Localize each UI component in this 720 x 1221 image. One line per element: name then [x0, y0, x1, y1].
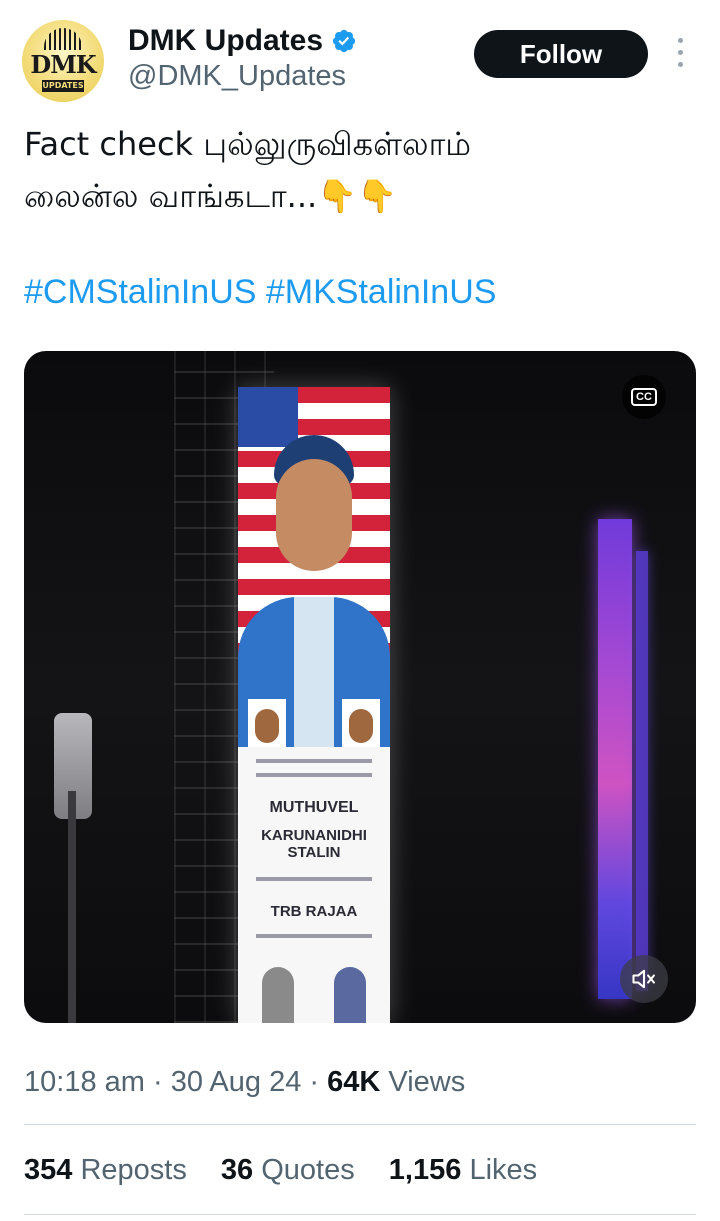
tweet-text-line: லைன்ல வாங்கடா...👇👇	[24, 177, 397, 215]
tweet-header: DMK UPDATES DMK Updates @DMK_Updates Fol…	[0, 0, 720, 110]
tweet-date[interactable]: 30 Aug 24	[171, 1066, 302, 1098]
display-name[interactable]: DMK Updates	[128, 24, 323, 58]
quotes-stat[interactable]: 36 Quotes	[221, 1154, 363, 1186]
more-options-icon[interactable]	[670, 38, 690, 72]
lamp-post	[68, 791, 76, 1023]
verified-badge-icon	[332, 29, 356, 53]
closed-captions-button[interactable]: CC	[622, 375, 666, 419]
video-player[interactable]: MUTHUVEL KARUNANIDHI STALIN TRB RAJAA CC	[24, 351, 696, 1023]
tweet-time[interactable]: 10:18 am	[24, 1066, 145, 1098]
neon-tower-sign	[598, 519, 632, 999]
hashtags: #CMStalinInUS #MKStalinInUS	[24, 266, 496, 318]
tweet-metadata: 10:18 am · 30 Aug 24 · 64K Views	[24, 1060, 465, 1104]
avatar-logo-subtext: UPDATES	[42, 80, 84, 92]
divider	[24, 1124, 696, 1125]
likes-count: 1,156	[388, 1154, 462, 1186]
quotes-count: 36	[220, 1154, 254, 1186]
separator-dot: ·	[309, 1066, 328, 1098]
reposts-count: 354	[24, 1154, 73, 1186]
billboard-name-line1: MUTHUVEL	[269, 799, 359, 816]
sun-rays-icon	[44, 28, 82, 50]
billboard-text-panel: MUTHUVEL KARUNANIDHI STALIN TRB RAJAA	[238, 747, 390, 1023]
tweet-text: Fact check புல்லுருவிகள்லாம் லைன்ல வாங்க…	[24, 118, 694, 222]
cc-icon: CC	[631, 388, 657, 406]
reposts-label: Reposts	[80, 1154, 187, 1186]
billboard-name-line3: TRB RAJAA	[270, 903, 358, 920]
likes-label: Likes	[469, 1154, 538, 1186]
engagement-stats: 354 Reposts 36 Quotes 1,156 Likes	[24, 1148, 563, 1192]
reposts-stat[interactable]: 354 Reposts	[24, 1154, 195, 1186]
likes-stat[interactable]: 1,156 Likes	[389, 1154, 537, 1186]
user-handle[interactable]: @DMK_Updates	[128, 60, 346, 93]
avatar-logo-text: DMK	[30, 50, 96, 79]
follow-button[interactable]: Follow	[474, 30, 648, 78]
avatar[interactable]: DMK UPDATES	[22, 20, 104, 102]
hashtag-link[interactable]: #CMStalinInUS	[24, 273, 256, 311]
billboard: MUTHUVEL KARUNANIDHI STALIN TRB RAJAA	[238, 387, 390, 1023]
speaker-muted-icon	[632, 969, 655, 989]
separator-dot: ·	[152, 1066, 171, 1098]
billboard-name-line2: KARUNANIDHI STALIN	[261, 827, 367, 861]
neon-strip	[636, 551, 648, 991]
hashtag-link[interactable]: #MKStalinInUS	[266, 273, 497, 311]
mute-button[interactable]	[620, 955, 668, 1003]
views-label: Views	[388, 1066, 466, 1098]
name-row: DMK Updates	[128, 22, 357, 60]
views-count: 64K	[327, 1066, 381, 1098]
quotes-label: Quotes	[261, 1154, 355, 1186]
billboard-portrait	[238, 411, 390, 747]
tweet-text-line: Fact check புல்லுருவிகள்லாம்	[24, 125, 472, 163]
divider	[24, 1214, 696, 1215]
